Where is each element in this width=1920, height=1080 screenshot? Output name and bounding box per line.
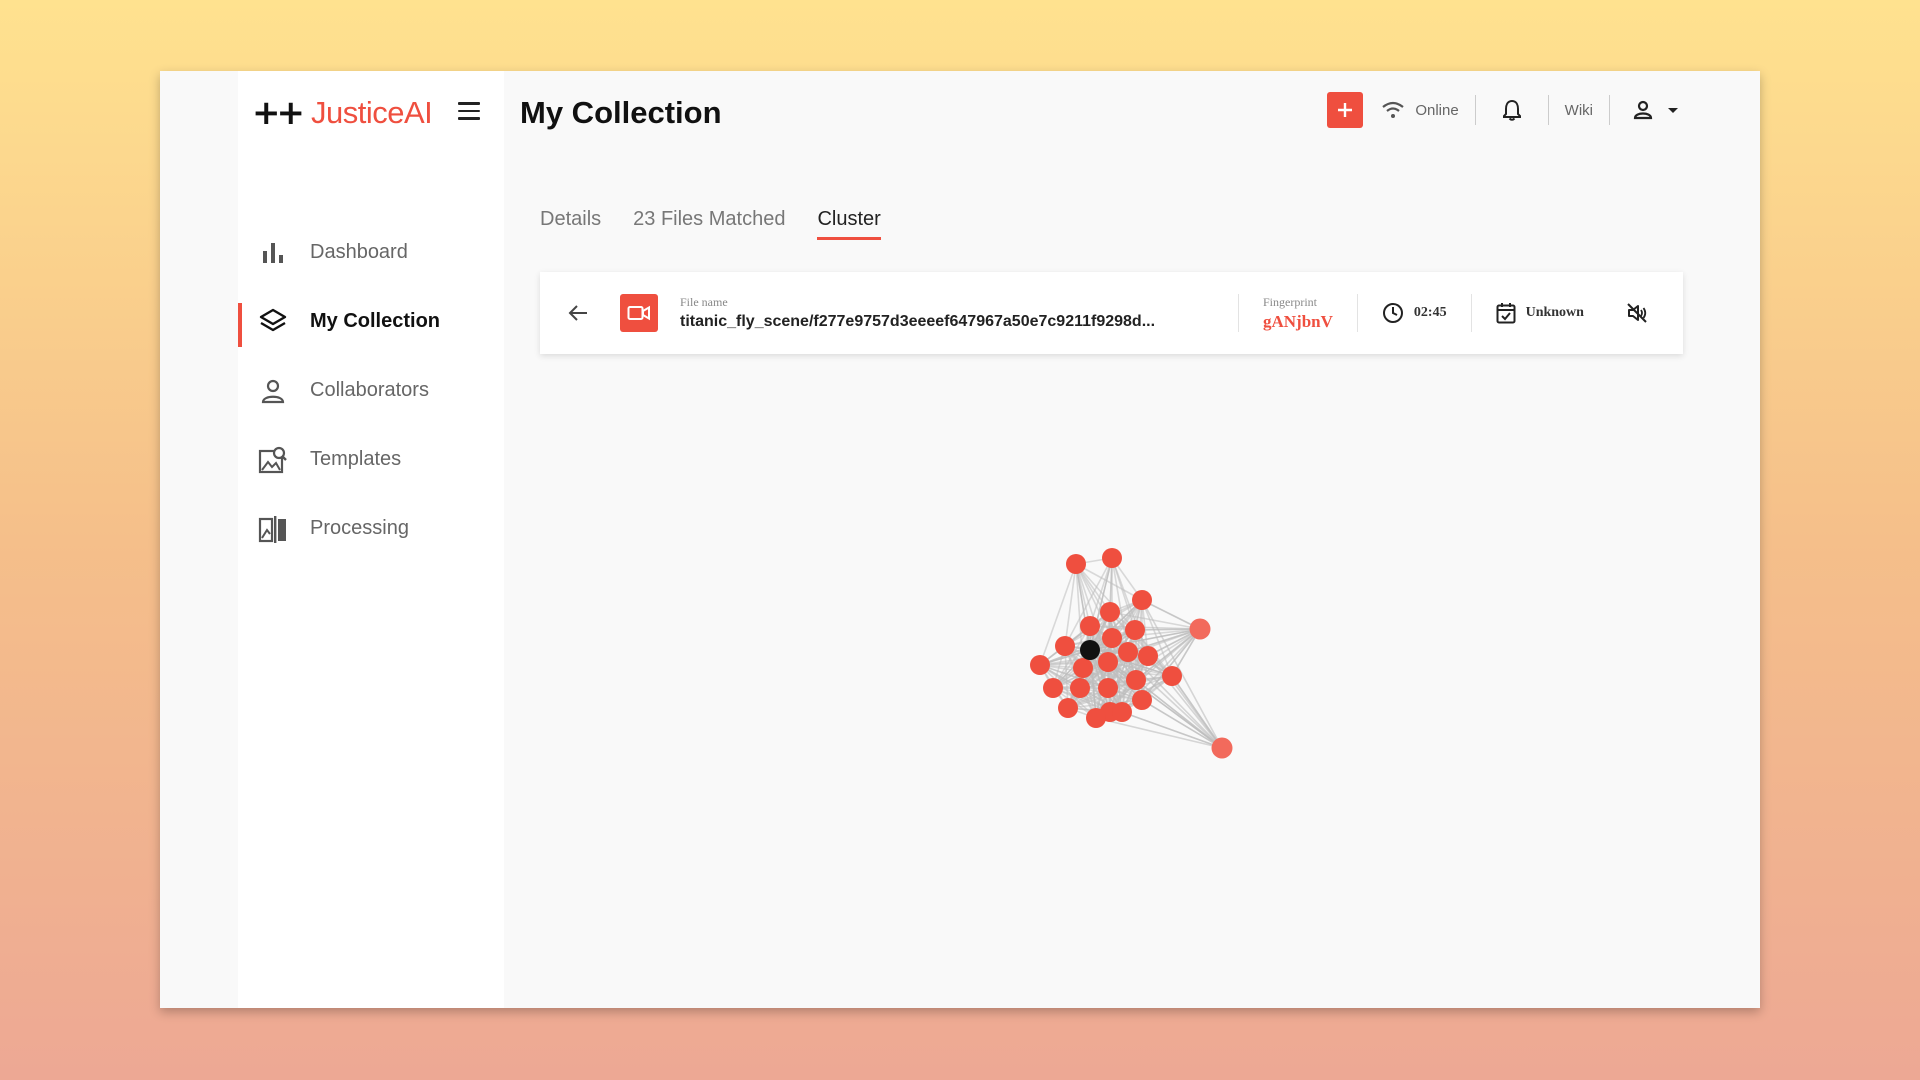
graph-edge <box>1064 563 1077 647</box>
graph-node[interactable] <box>1086 708 1106 728</box>
graph-node[interactable] <box>1070 678 1090 698</box>
sidebar-item-label: Templates <box>310 448 402 470</box>
file-summary-bar: File name titanic_fly_scene/f277e9757d3e… <box>540 272 1683 354</box>
logo-plus: ++ <box>252 93 305 133</box>
graph-node[interactable] <box>1125 620 1145 640</box>
graph-node[interactable] <box>1102 548 1122 568</box>
app-logo[interactable]: ++ JusticeAI <box>252 93 433 133</box>
graph-node[interactable] <box>1102 628 1122 648</box>
sidebar-item-my-collection[interactable]: My Collection <box>238 287 504 356</box>
graph-node[interactable] <box>1098 678 1118 698</box>
graph-center-node[interactable] <box>1080 640 1100 660</box>
graph-node[interactable] <box>1030 655 1050 675</box>
fingerprint-value: gANjbnV <box>1263 311 1333 331</box>
audio-toggle[interactable] <box>1626 302 1648 324</box>
tab-bar: Details 23 Files Matched Cluster <box>540 208 913 240</box>
template-search-icon <box>258 445 288 475</box>
status-text: Online <box>1415 101 1459 119</box>
graph-node[interactable] <box>1066 554 1086 574</box>
notifications-button[interactable] <box>1476 99 1548 121</box>
graph-node[interactable] <box>1055 636 1075 656</box>
video-file-badge <box>620 294 658 332</box>
plus-icon <box>1338 103 1353 117</box>
duration-value: 02:45 <box>1413 305 1447 320</box>
sidebar-item-label: Processing <box>310 517 409 539</box>
graph-node[interactable] <box>1162 666 1182 686</box>
page-title: My Collection <box>520 95 722 130</box>
graph-node[interactable] <box>1080 616 1100 636</box>
volume-off-icon <box>1627 303 1647 323</box>
sidebar-item-processing[interactable]: Processing <box>238 494 504 563</box>
arrow-left-icon <box>568 305 587 321</box>
layers-icon <box>258 307 288 337</box>
sidebar-item-label: My Collection <box>310 310 441 332</box>
wifi-icon <box>1382 101 1404 118</box>
graph-node[interactable] <box>1100 602 1120 622</box>
caret-down-icon <box>1668 108 1678 113</box>
tab-details[interactable]: Details <box>540 208 601 240</box>
file-name-block: File name titanic_fly_scene/f277e9757d3e… <box>680 295 1210 331</box>
account-icon <box>1633 100 1653 120</box>
graph-node[interactable] <box>1189 618 1211 640</box>
left-gutter <box>160 71 238 1008</box>
graph-node[interactable] <box>1058 698 1078 718</box>
user-menu[interactable] <box>1610 99 1680 121</box>
sidebar-item-label: Dashboard <box>310 241 408 263</box>
graph-node[interactable] <box>1211 737 1233 759</box>
sidebar-item-dashboard[interactable]: Dashboard <box>238 218 504 287</box>
bar-chart-icon <box>258 238 288 268</box>
file-name-label: File name <box>680 295 728 309</box>
top-toolbar: Online Wiki <box>1327 91 1680 129</box>
bell-icon <box>1502 99 1521 121</box>
add-button[interactable] <box>1327 92 1364 128</box>
graph-node[interactable] <box>1118 642 1138 662</box>
tab-files-matched[interactable]: 23 Files Matched <box>633 208 785 240</box>
cluster-graph[interactable] <box>1000 530 1300 790</box>
graph-node[interactable] <box>1098 652 1118 672</box>
duration-block: 02:45 <box>1358 302 1471 324</box>
clock-icon <box>1382 302 1404 324</box>
wiki-link[interactable]: Wiki <box>1549 102 1609 119</box>
graph-node[interactable] <box>1126 670 1146 690</box>
date-block: Unknown <box>1472 302 1608 324</box>
file-name-value: titanic_fly_scene/f277e9757d3eeeef647967… <box>680 313 1156 330</box>
video-camera-icon <box>627 305 650 321</box>
compare-icon <box>258 514 288 544</box>
logo-text: JusticeAI <box>310 95 433 130</box>
fingerprint-label: Fingerprint <box>1263 294 1317 309</box>
menu-icon[interactable] <box>458 102 480 125</box>
graph-node[interactable] <box>1073 658 1093 678</box>
date-value: Unknown <box>1525 305 1584 320</box>
calendar-check-icon <box>1496 302 1516 324</box>
fingerprint-block: Fingerprint gANjbnV <box>1239 295 1357 332</box>
graph-node[interactable] <box>1138 646 1158 666</box>
person-icon <box>258 376 288 406</box>
graph-node[interactable] <box>1132 690 1152 710</box>
back-button[interactable] <box>568 304 608 322</box>
connection-status: Online <box>1381 101 1474 119</box>
graph-node[interactable] <box>1043 678 1063 698</box>
sidebar-item-label: Collaborators <box>310 379 429 401</box>
sidebar-item-templates[interactable]: Templates <box>238 425 504 494</box>
sidebar-item-collaborators[interactable]: Collaborators <box>238 356 504 425</box>
graph-node[interactable] <box>1132 590 1152 610</box>
tab-cluster[interactable]: Cluster <box>817 208 881 240</box>
sidebar-nav: Dashboard My Collection Collaborators Te… <box>238 218 504 563</box>
graph-node[interactable] <box>1112 702 1132 722</box>
